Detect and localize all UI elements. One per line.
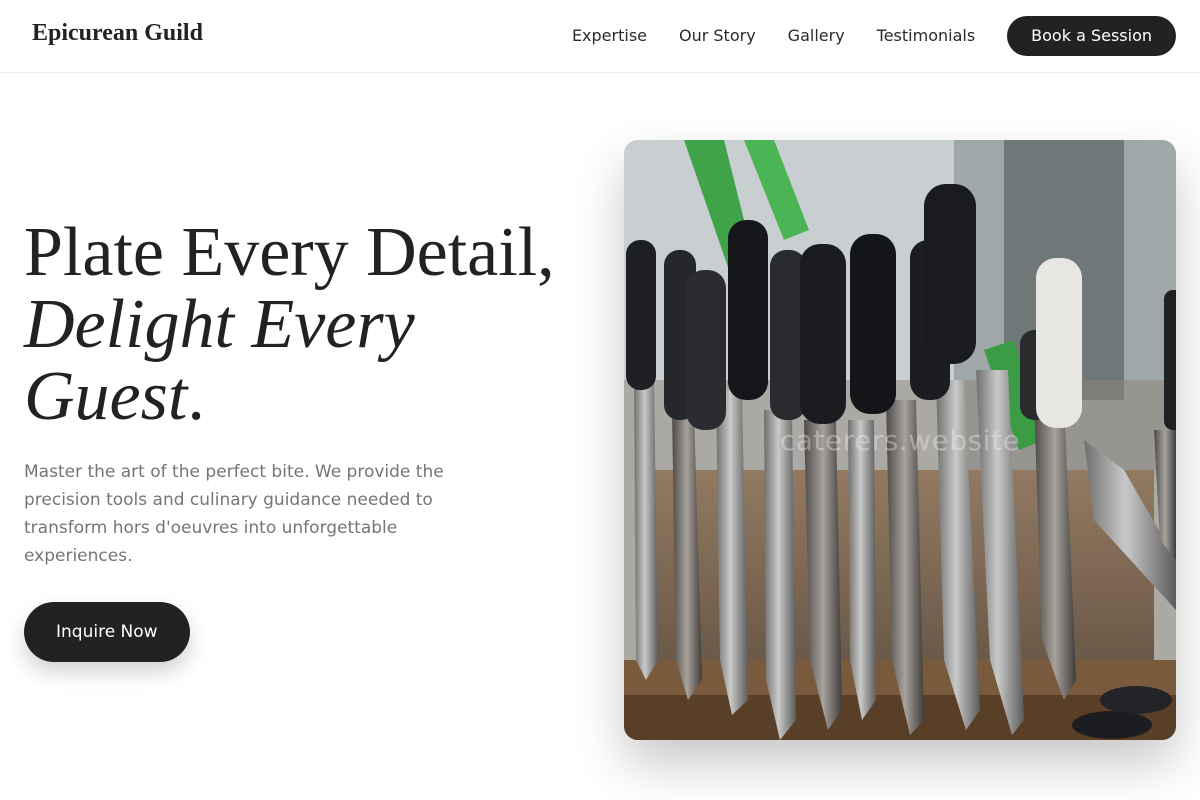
hero-description: Master the art of the perfect bite. We p… <box>24 462 444 566</box>
main-nav: Expertise Our Story Gallery Testimonials… <box>572 16 1176 56</box>
hero-title-line1: Plate Every Detail, <box>24 214 555 291</box>
hero-title-period: . <box>187 358 205 435</box>
site-header: Epicurean Guild Expertise Our Story Gall… <box>0 0 1200 73</box>
nav-link-gallery[interactable]: Gallery <box>788 16 845 56</box>
nav-link-expertise[interactable]: Expertise <box>572 16 647 56</box>
nav-link-testimonials[interactable]: Testimonials <box>877 16 976 56</box>
hero-image-knives: caterers.website <box>624 140 1176 740</box>
nav-link-our-story[interactable]: Our Story <box>679 16 756 56</box>
inquire-now-button[interactable]: Inquire Now <box>24 602 190 662</box>
image-watermark: caterers.website <box>779 424 1021 457</box>
book-session-button[interactable]: Book a Session <box>1007 16 1176 56</box>
brand-logo[interactable]: Epicurean Guild <box>32 20 203 47</box>
hero-title: Plate Every Detail, Delight Every Guest. <box>24 217 604 433</box>
hero-title-accent: Delight Every Guest <box>24 286 415 435</box>
